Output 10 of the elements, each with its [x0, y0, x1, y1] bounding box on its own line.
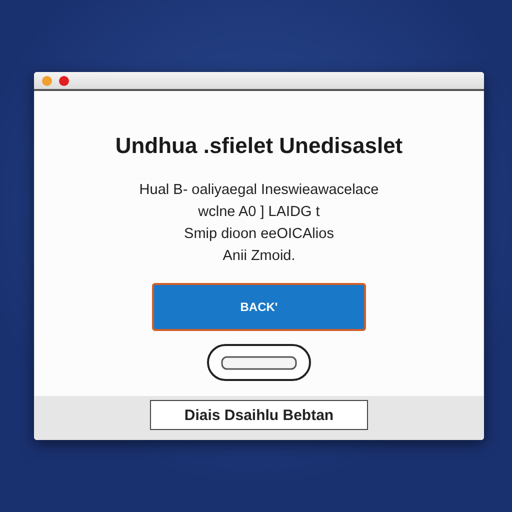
primary-button[interactable]: BACK' — [152, 283, 366, 331]
footer-label: Diais Dsaihlu Bebtan — [150, 400, 368, 430]
bar-icon — [221, 356, 297, 370]
dialog-title: Undhua .sfielet Unedisaslet — [115, 133, 403, 159]
message-text: Anii Zmoid. — [222, 247, 296, 266]
message-text: Smip dioon eeOICAlios — [184, 225, 334, 244]
toggle-button[interactable] — [207, 344, 311, 381]
window-control-button[interactable] — [59, 76, 69, 86]
message-text: Hual B- oaliyaegal Ineswieawacelace — [139, 181, 379, 200]
message-text: wclne A0 ] LAIDG t — [198, 203, 320, 222]
